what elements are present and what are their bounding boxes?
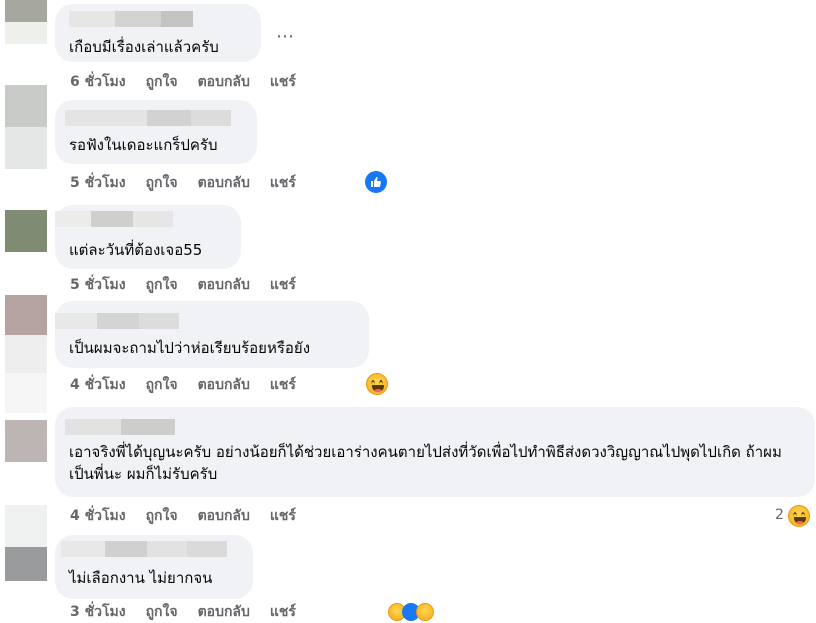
avatar[interactable] [5,85,47,169]
comment-actions: 5 ชั่วโมง ถูกใจ ตอบกลับ แชร์ [70,275,296,295]
like-button[interactable]: ถูกใจ [146,172,178,194]
commenter-name[interactable] [61,541,227,557]
commenter-name[interactable] [65,419,175,435]
avatar[interactable] [5,505,47,581]
commenter-name[interactable] [55,211,175,227]
share-button[interactable]: แชร์ [270,172,296,194]
more-options-icon[interactable]: ⋯ [276,26,295,47]
comment-text: เอาจริงพี่ได้บุญนะครับ อย่างน้อยก็ได้ช่ว… [69,443,782,483]
comment-bubble: เป็นผมจะถามไปว่าห่อเรียบร้อยหรือยัง [55,301,369,368]
like-button[interactable]: ถูกใจ [146,601,178,623]
timestamp[interactable]: 4 ชั่วโมง [70,374,126,396]
comment-text: ไม่เลือกงาน ไม่ยากจน [69,569,213,587]
commenter-name[interactable] [55,313,179,329]
like-icon[interactable] [365,171,387,193]
comment-text: รอฟังในเดอะแกร็ปครับ [69,136,218,154]
reply-button[interactable]: ตอบกลับ [198,71,250,93]
timestamp[interactable]: 5 ชั่วโมง [70,172,126,194]
avatar[interactable] [5,295,47,413]
comment-bubble: รอฟังในเดอะแกร็ปครับ [55,100,257,164]
reaction-count[interactable]: 2 [775,507,784,523]
comment-actions: 6 ชั่วโมง ถูกใจ ตอบกลับ แชร์ [70,72,296,92]
reply-button[interactable]: ตอบกลับ [198,172,250,194]
comment-actions: 3 ชั่วโมง ถูกใจ ตอบกลับ แชร์ [70,602,296,622]
commenter-name[interactable] [65,110,231,126]
comment-text: แต่ละวันที่ต้องเจอ55 [69,241,203,259]
comment-text: เกือบมีเรื่องเล่าแล้วครับ [69,38,219,56]
haha-icon[interactable] [416,603,434,621]
avatar[interactable] [5,210,47,252]
comment-actions: 5 ชั่วโมง ถูกใจ ตอบกลับ แชร์ [70,173,296,193]
share-button[interactable]: แชร์ [270,505,296,527]
like-button[interactable]: ถูกใจ [146,71,178,93]
avatar[interactable] [5,0,47,44]
share-button[interactable]: แชร์ [270,71,296,93]
comment-bubble: แต่ละวันที่ต้องเจอ55 [55,205,241,269]
commenter-name[interactable] [69,11,193,27]
haha-icon[interactable] [366,373,388,395]
reply-button[interactable]: ตอบกลับ [198,374,250,396]
share-button[interactable]: แชร์ [270,601,296,623]
timestamp[interactable]: 3 ชั่วโมง [70,601,126,623]
comment-text: เป็นผมจะถามไปว่าห่อเรียบร้อยหรือยัง [69,339,311,357]
comment-bubble: เอาจริงพี่ได้บุญนะครับ อย่างน้อยก็ได้ช่ว… [55,407,815,497]
timestamp[interactable]: 6 ชั่วโมง [70,71,126,93]
share-button[interactable]: แชร์ [270,374,296,396]
like-button[interactable]: ถูกใจ [146,274,178,296]
comment-actions: 4 ชั่วโมง ถูกใจ ตอบกลับ แชร์ [70,375,296,395]
reply-button[interactable]: ตอบกลับ [198,274,250,296]
comment-actions: 4 ชั่วโมง ถูกใจ ตอบกลับ แชร์ [70,506,296,526]
timestamp[interactable]: 5 ชั่วโมง [70,274,126,296]
reply-button[interactable]: ตอบกลับ [198,505,250,527]
like-button[interactable]: ถูกใจ [146,505,178,527]
comment-bubble: ไม่เลือกงาน ไม่ยากจน [55,535,253,599]
reply-button[interactable]: ตอบกลับ [198,601,250,623]
timestamp[interactable]: 4 ชั่วโมง [70,505,126,527]
comment-bubble: เกือบมีเรื่องเล่าแล้วครับ [55,4,261,62]
avatar[interactable] [5,420,47,462]
like-button[interactable]: ถูกใจ [146,374,178,396]
share-button[interactable]: แชร์ [270,274,296,296]
haha-icon[interactable] [788,505,810,527]
